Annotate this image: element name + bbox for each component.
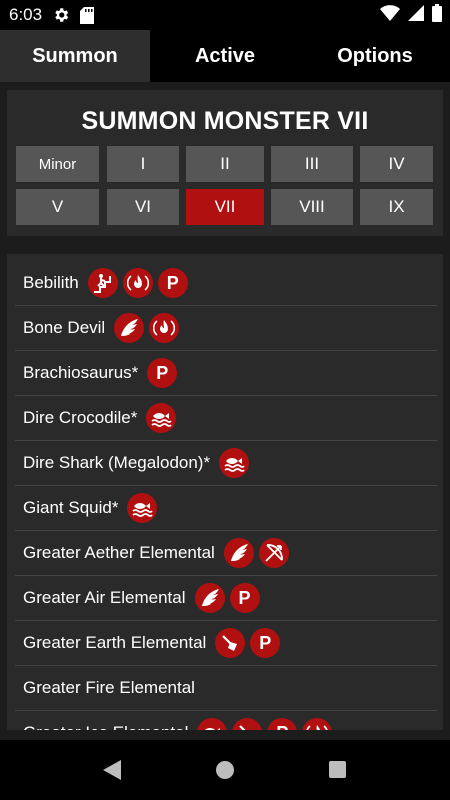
monster-trait-icons: P <box>147 358 178 388</box>
monster-name: Greater Ice Elemental <box>23 723 188 730</box>
level-button-i[interactable]: I <box>107 146 179 182</box>
wing-icon <box>114 313 145 343</box>
monster-trait-icons <box>223 538 289 568</box>
monster-trait-icons <box>219 448 250 478</box>
monster-trait-icons: P <box>194 583 260 613</box>
swim-icon <box>197 718 228 730</box>
level-button-vii[interactable]: VII <box>186 189 264 225</box>
monster-row[interactable]: Giant Squid* <box>15 486 437 531</box>
monster-name: Brachiosaurus* <box>23 363 139 382</box>
monster-row[interactable]: Dire Crocodile* <box>15 396 437 441</box>
tab-active[interactable]: Active <box>150 30 300 82</box>
wifi-icon <box>380 4 400 26</box>
monster-row[interactable]: Brachiosaurus* P <box>15 351 437 396</box>
signal-icon <box>408 4 424 26</box>
swim-icon <box>146 403 177 433</box>
monster-row[interactable]: Greater Fire Elemental <box>15 666 437 711</box>
back-icon[interactable] <box>101 758 123 787</box>
status-time: 6:03 <box>9 5 43 24</box>
status-bar: 6:03 <box>0 0 450 30</box>
tab-bar: Summon Active Options <box>0 30 450 82</box>
swim-icon <box>127 493 158 523</box>
monster-row[interactable]: Greater Air Elemental P <box>15 576 437 621</box>
monster-trait-icons: P <box>87 268 188 298</box>
spell-level-panel: SUMMON MONSTER VII Minor I II III IV V V… <box>7 90 443 236</box>
burrow-icon <box>215 628 246 658</box>
monster-trait-icons <box>146 403 177 433</box>
navigation-bar <box>0 740 450 800</box>
monster-row[interactable]: Greater Aether Elemental <box>15 531 437 576</box>
wing-icon <box>223 538 254 568</box>
level-button-ix[interactable]: IX <box>360 189 433 225</box>
level-button-iii[interactable]: III <box>271 146 353 182</box>
fire-resist-icon <box>122 268 153 298</box>
monster-name: Greater Aether Elemental <box>23 543 215 562</box>
monster-name: Greater Fire Elemental <box>23 678 195 697</box>
monster-name: Dire Crocodile* <box>23 408 138 427</box>
tab-options[interactable]: Options <box>300 30 450 82</box>
monster-trait-icons: P <box>215 628 281 658</box>
level-button-v[interactable]: V <box>16 189 99 225</box>
sd-card-icon <box>80 6 95 24</box>
climb-icon <box>87 268 118 298</box>
monster-name: Bone Devil <box>23 318 106 337</box>
p-badge-icon: P <box>147 358 178 388</box>
level-button-viii[interactable]: VIII <box>271 189 353 225</box>
level-button-ii[interactable]: II <box>186 146 264 182</box>
monster-name: Greater Earth Elemental <box>23 633 207 652</box>
monster-row[interactable]: Greater Earth Elemental P <box>15 621 437 666</box>
home-icon[interactable] <box>215 760 235 785</box>
monster-list: Bebilith P Bone Devil Brachiosaurus* P Dire C… <box>7 254 443 730</box>
monster-name: Bebilith <box>23 273 79 292</box>
monster-trait-icons <box>127 493 158 523</box>
fire-resist-icon <box>302 718 333 730</box>
monster-trait-icons <box>114 313 180 343</box>
monster-row[interactable]: Dire Shark (Megalodon)* <box>15 441 437 486</box>
swim-icon <box>219 448 250 478</box>
p-badge-icon: P <box>267 718 298 730</box>
page-title: SUMMON MONSTER VII <box>81 107 369 135</box>
p-badge-icon: P <box>229 583 260 613</box>
wing-icon <box>194 583 225 613</box>
burrow-icon <box>232 718 263 730</box>
p-badge-icon: P <box>157 268 188 298</box>
monster-row[interactable]: Bone Devil <box>15 306 437 351</box>
monster-name: Greater Air Elemental <box>23 588 186 607</box>
level-button-iv[interactable]: IV <box>360 146 433 182</box>
monster-trait-icons: P <box>197 718 333 730</box>
fire-resist-icon <box>149 313 180 343</box>
tab-summon[interactable]: Summon <box>0 30 150 82</box>
monster-name: Giant Squid* <box>23 498 119 517</box>
recents-icon[interactable] <box>328 760 347 784</box>
monster-row[interactable]: Greater Ice Elemental P <box>15 711 437 730</box>
monster-name: Dire Shark (Megalodon)* <box>23 453 211 472</box>
p-badge-icon: P <box>250 628 281 658</box>
bow-icon <box>258 538 289 568</box>
monster-row[interactable]: Bebilith P <box>15 261 437 306</box>
gear-icon <box>52 6 70 24</box>
level-button-vi[interactable]: VI <box>107 189 179 225</box>
level-button-minor[interactable]: Minor <box>16 146 99 182</box>
battery-icon <box>432 3 442 27</box>
